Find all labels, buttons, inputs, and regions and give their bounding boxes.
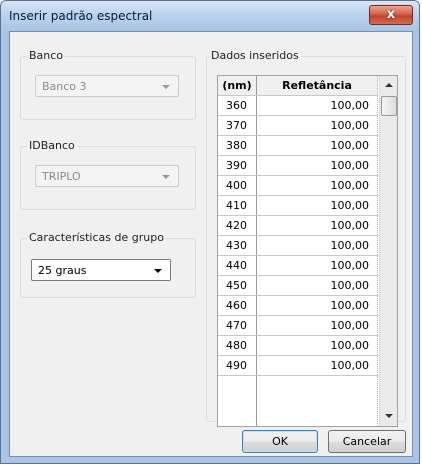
banco-group: Banco Banco 3 — [20, 49, 196, 120]
dialog-client-area: Banco Banco 3 IDBanco TRIPLO Característ… — [9, 31, 413, 457]
table-filler-row — [218, 376, 378, 426]
grupo-label: Características de grupo — [27, 231, 166, 244]
cell-refletancia[interactable]: 100,00 — [257, 116, 378, 135]
idbanco-select[interactable]: TRIPLO — [35, 165, 179, 187]
dados-table: (nm) Refletância 360 100,00 370 100,00 3… — [217, 75, 398, 427]
table-row[interactable]: 370 100,00 — [218, 116, 378, 136]
table-row[interactable]: 420 100,00 — [218, 216, 378, 236]
arrow-down-icon — [385, 414, 393, 418]
cell-nm: 390 — [226, 159, 247, 172]
cell-nm: 430 — [226, 239, 247, 252]
cell-nm: 440 — [226, 259, 247, 272]
cell-nm: 360 — [226, 99, 247, 112]
grupo-group: Características de grupo 25 graus — [20, 231, 196, 298]
cell-refletancia[interactable]: 100,00 — [257, 156, 378, 175]
cell-refletancia[interactable]: 100,00 — [257, 176, 378, 195]
table-row[interactable]: 450 100,00 — [218, 276, 378, 296]
cell-nm: 490 — [226, 359, 247, 372]
chevron-down-icon — [154, 269, 162, 273]
dados-group: Dados inseridos (nm) Refletância 360 100… — [206, 49, 406, 427]
close-icon: x — [386, 7, 396, 22]
column-header-nm: (nm) — [222, 79, 252, 92]
banco-label: Banco — [27, 49, 66, 62]
chevron-down-icon — [162, 85, 170, 89]
cell-nm: 460 — [226, 299, 247, 312]
window-title: Inserir padrão espectral — [9, 9, 153, 23]
table-row[interactable]: 430 100,00 — [218, 236, 378, 256]
cell-refletancia[interactable]: 100,00 — [257, 276, 378, 295]
idbanco-select-value: TRIPLO — [42, 170, 81, 183]
dados-label: Dados inseridos — [209, 49, 301, 62]
table-row[interactable]: 440 100,00 — [218, 256, 378, 276]
table-row[interactable]: 460 100,00 — [218, 296, 378, 316]
table-row[interactable]: 480 100,00 — [218, 336, 378, 356]
grupo-select-value: 25 graus — [38, 264, 87, 277]
cell-refletancia[interactable]: 100,00 — [257, 196, 378, 215]
scroll-down-button[interactable] — [380, 408, 397, 424]
cell-refletancia[interactable]: 100,00 — [257, 136, 378, 155]
table-row[interactable]: 390 100,00 — [218, 156, 378, 176]
title-bar[interactable]: Inserir padrão espectral x — [1, 1, 419, 31]
table-row[interactable]: 400 100,00 — [218, 176, 378, 196]
grupo-select[interactable]: 25 graus — [31, 259, 171, 281]
cell-nm: 370 — [226, 119, 247, 132]
cell-nm: 420 — [226, 219, 247, 232]
table-row[interactable]: 470 100,00 — [218, 316, 378, 336]
cell-refletancia[interactable]: 100,00 — [257, 336, 378, 355]
cell-refletancia[interactable]: 100,00 — [257, 256, 378, 275]
cell-refletancia[interactable]: 100,00 — [257, 296, 378, 315]
close-button[interactable]: x — [369, 5, 413, 25]
dialog-window: Inserir padrão espectral x Banco Banco 3… — [0, 0, 420, 464]
banco-select[interactable]: Banco 3 — [35, 75, 179, 97]
scroll-thumb[interactable] — [381, 96, 397, 116]
idbanco-group: IDBanco TRIPLO — [20, 139, 196, 210]
table-row[interactable]: 380 100,00 — [218, 136, 378, 156]
cell-refletancia[interactable]: 100,00 — [257, 96, 378, 115]
cell-refletancia[interactable]: 100,00 — [257, 236, 378, 255]
cell-nm: 400 — [226, 179, 247, 192]
banco-select-value: Banco 3 — [42, 80, 87, 93]
cell-nm: 480 — [226, 339, 247, 352]
table-scrollbar[interactable] — [379, 76, 397, 426]
table-row[interactable]: 490 100,00 — [218, 356, 378, 376]
cell-nm: 450 — [226, 279, 247, 292]
cell-nm: 380 — [226, 139, 247, 152]
scroll-up-button[interactable] — [380, 78, 397, 94]
ok-button[interactable]: OK — [242, 430, 318, 453]
table-row[interactable]: 410 100,00 — [218, 196, 378, 216]
cell-nm: 410 — [226, 199, 247, 212]
table-row[interactable]: 360 100,00 — [218, 96, 378, 116]
cancel-button[interactable]: Cancelar — [328, 430, 406, 453]
cell-nm: 470 — [226, 319, 247, 332]
cell-refletancia[interactable]: 100,00 — [257, 356, 378, 375]
cell-refletancia[interactable]: 100,00 — [257, 316, 378, 335]
arrow-up-icon — [385, 83, 393, 87]
chevron-down-icon — [162, 175, 170, 179]
cell-refletancia[interactable]: 100,00 — [257, 216, 378, 235]
table-header-row: (nm) Refletância — [218, 76, 378, 96]
idbanco-label: IDBanco — [27, 139, 77, 152]
column-header-refletancia: Refletância — [257, 76, 378, 95]
